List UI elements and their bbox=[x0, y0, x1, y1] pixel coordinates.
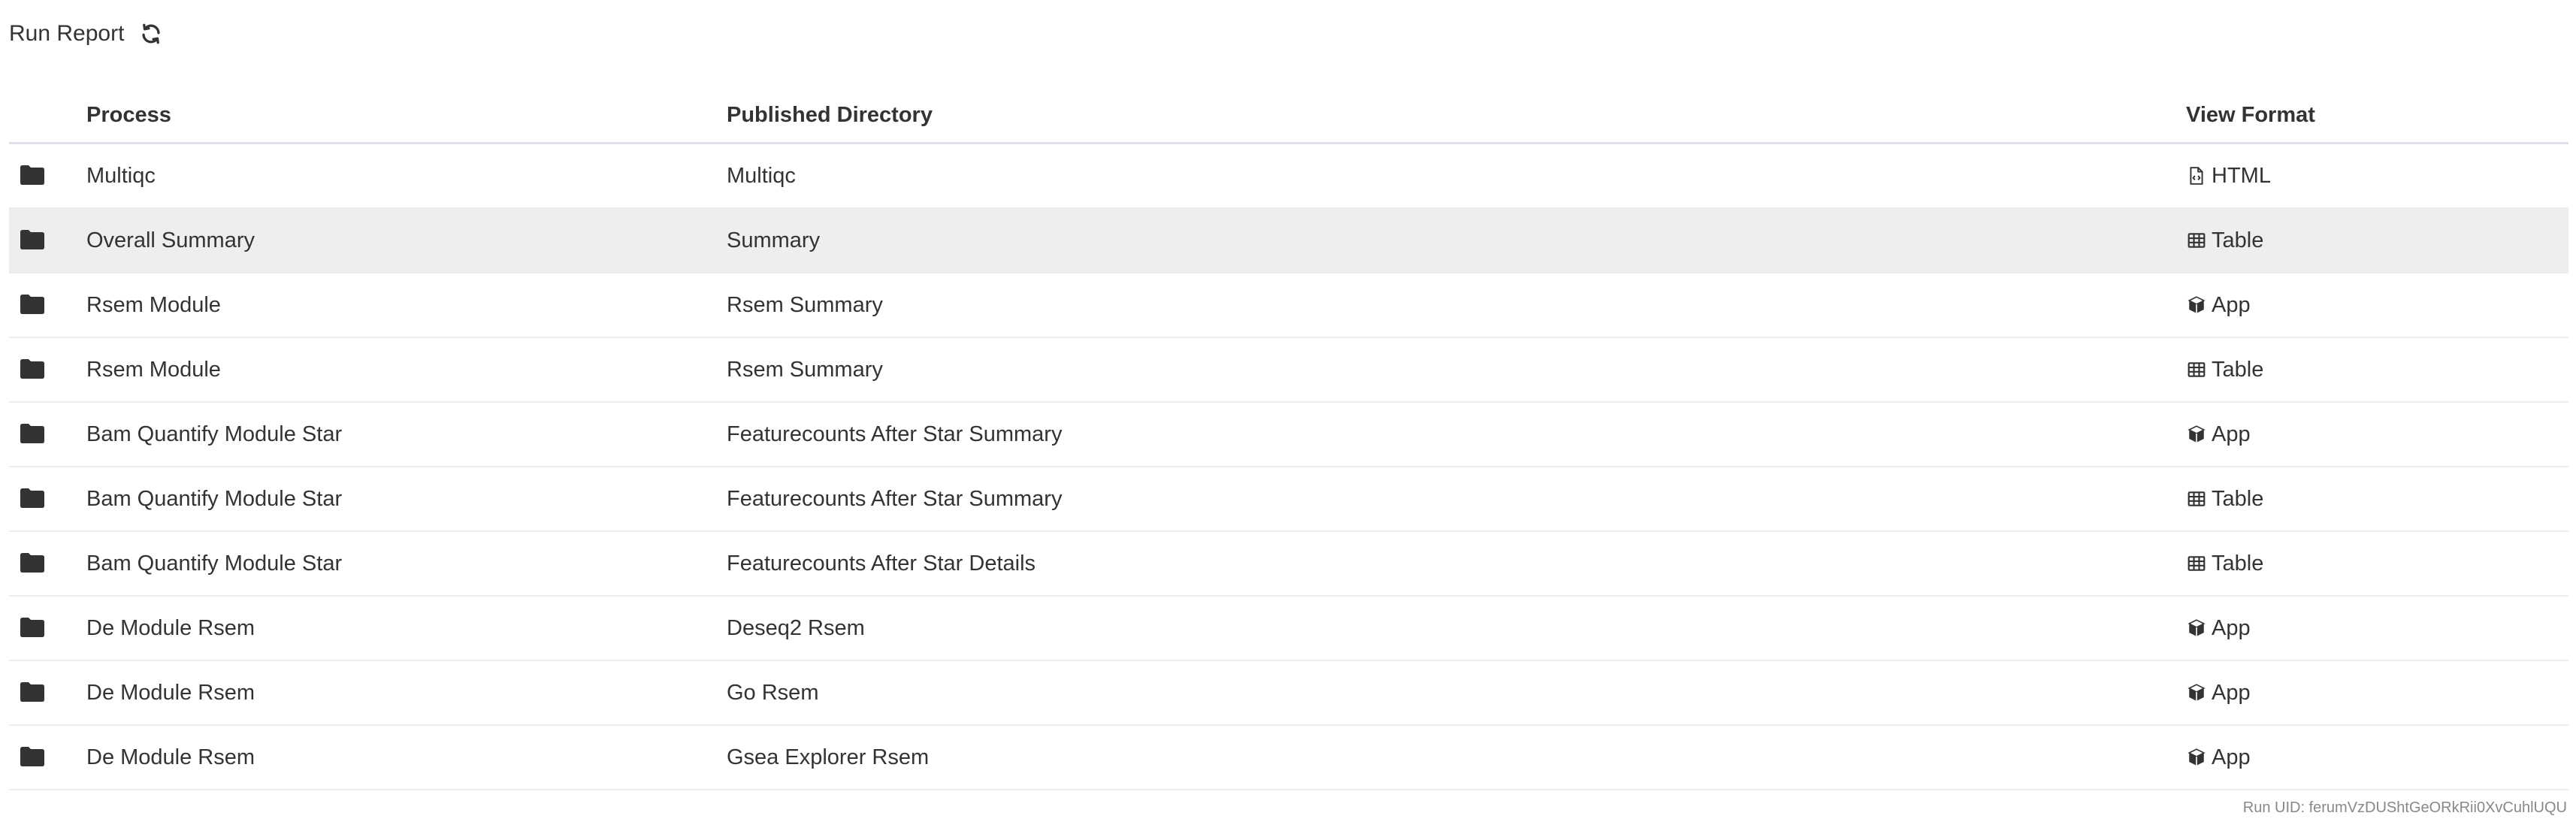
cube-icon bbox=[2186, 682, 2207, 703]
table-row[interactable]: Bam Quantify Module Star Featurecounts Af… bbox=[9, 403, 2568, 467]
refresh-icon[interactable] bbox=[138, 20, 165, 47]
folder-icon[interactable] bbox=[9, 681, 86, 704]
folder-icon[interactable] bbox=[9, 165, 86, 187]
table-header: Process Published Directory View Format bbox=[9, 88, 2568, 144]
process-cell: Rsem Module bbox=[86, 292, 221, 317]
process-cell: De Module Rsem bbox=[86, 680, 255, 705]
folder-icon[interactable] bbox=[9, 294, 86, 316]
format-label: App bbox=[2212, 745, 2251, 769]
directory-cell: Multiqc bbox=[727, 163, 796, 188]
folder-icon[interactable] bbox=[9, 488, 86, 510]
table-icon bbox=[2186, 230, 2207, 251]
table-icon bbox=[2186, 488, 2207, 509]
table-row[interactable]: De Module Rsem Deseq2 Rsem App bbox=[9, 597, 2568, 661]
column-header-directory: Published Directory bbox=[727, 102, 933, 127]
view-format-link[interactable]: Table bbox=[2186, 358, 2263, 382]
format-label: Table bbox=[2212, 228, 2264, 252]
directory-cell: Go Rsem bbox=[727, 680, 819, 705]
format-cell: Table bbox=[2186, 551, 2568, 576]
page-title: Run Report bbox=[9, 21, 125, 46]
directory-cell: Rsem Summary bbox=[727, 357, 883, 382]
format-label: App bbox=[2212, 292, 2251, 317]
format-label: HTML bbox=[2212, 163, 2271, 188]
table-row[interactable]: Multiqc Multiqc HTML bbox=[9, 144, 2568, 209]
cube-icon bbox=[2186, 618, 2207, 639]
report-table: Process Published Directory View Format … bbox=[9, 88, 2568, 790]
directory-cell: Deseq2 Rsem bbox=[727, 615, 865, 640]
view-format-link[interactable]: App bbox=[2186, 745, 2251, 770]
column-header-process: Process bbox=[86, 102, 171, 127]
table-row[interactable]: Bam Quantify Module Star Featurecounts Af… bbox=[9, 467, 2568, 532]
process-cell: Bam Quantify Module Star bbox=[86, 486, 343, 511]
format-cell: App bbox=[2186, 681, 2568, 706]
directory-cell: Featurecounts After Star Summary bbox=[727, 486, 1063, 511]
run-report-page: Run Report Process Published Directory V… bbox=[0, 0, 2576, 837]
table-body: Multiqc Multiqc HTML Overall Summary Summary… bbox=[9, 144, 2568, 790]
folder-icon[interactable] bbox=[9, 358, 86, 381]
view-format-link[interactable]: App bbox=[2186, 422, 2251, 447]
run-uid: Run UID: ferumVzDUShtGeORkRii0XvCuhlUQU bbox=[2242, 799, 2567, 816]
folder-icon[interactable] bbox=[9, 229, 86, 252]
format-cell: App bbox=[2186, 422, 2568, 447]
process-cell: De Module Rsem bbox=[86, 745, 255, 769]
format-cell: App bbox=[2186, 745, 2568, 770]
folder-icon[interactable] bbox=[9, 423, 86, 446]
file-code-icon bbox=[2186, 165, 2207, 186]
table-row[interactable]: Bam Quantify Module Star Featurecounts Af… bbox=[9, 532, 2568, 597]
format-cell: Table bbox=[2186, 228, 2568, 253]
format-label: App bbox=[2212, 422, 2251, 446]
format-cell: HTML bbox=[2186, 164, 2568, 189]
directory-cell: Featurecounts After Star Details bbox=[727, 551, 1036, 576]
process-cell: Bam Quantify Module Star bbox=[86, 422, 343, 446]
report-header: Run Report bbox=[9, 17, 165, 51]
process-cell: Bam Quantify Module Star bbox=[86, 551, 343, 576]
format-cell: App bbox=[2186, 616, 2568, 641]
format-label: App bbox=[2212, 680, 2251, 705]
table-icon bbox=[2186, 359, 2207, 380]
directory-cell: Summary bbox=[727, 228, 821, 252]
directory-cell: Rsem Summary bbox=[727, 292, 883, 317]
column-header-format: View Format bbox=[2186, 102, 2315, 127]
process-cell: De Module Rsem bbox=[86, 615, 255, 640]
view-format-link[interactable]: App bbox=[2186, 293, 2251, 318]
directory-cell: Featurecounts After Star Summary bbox=[727, 422, 1063, 446]
process-cell: Rsem Module bbox=[86, 357, 221, 382]
format-label: Table bbox=[2212, 486, 2264, 511]
cube-icon bbox=[2186, 747, 2207, 768]
format-label: Table bbox=[2212, 357, 2264, 382]
format-cell: Table bbox=[2186, 487, 2568, 512]
cube-icon bbox=[2186, 295, 2207, 316]
format-cell: App bbox=[2186, 293, 2568, 318]
table-row[interactable]: De Module Rsem Gsea Explorer Rsem App bbox=[9, 726, 2568, 790]
format-label: App bbox=[2212, 615, 2251, 640]
folder-icon[interactable] bbox=[9, 746, 86, 769]
view-format-link[interactable]: Table bbox=[2186, 551, 2263, 576]
process-cell: Overall Summary bbox=[86, 228, 255, 252]
cube-icon bbox=[2186, 424, 2207, 445]
folder-icon[interactable] bbox=[9, 552, 86, 575]
table-row[interactable]: Rsem Module Rsem Summary App bbox=[9, 273, 2568, 338]
table-row[interactable]: De Module Rsem Go Rsem App bbox=[9, 661, 2568, 726]
view-format-link[interactable]: HTML bbox=[2186, 164, 2271, 189]
view-format-link[interactable]: Table bbox=[2186, 228, 2263, 253]
view-format-link[interactable]: App bbox=[2186, 616, 2251, 641]
view-format-link[interactable]: Table bbox=[2186, 487, 2263, 512]
table-row[interactable]: Overall Summary Summary Table bbox=[9, 209, 2568, 273]
format-cell: Table bbox=[2186, 358, 2568, 382]
directory-cell: Gsea Explorer Rsem bbox=[727, 745, 930, 769]
format-label: Table bbox=[2212, 551, 2264, 576]
folder-icon[interactable] bbox=[9, 617, 86, 639]
table-row[interactable]: Rsem Module Rsem Summary Table bbox=[9, 338, 2568, 403]
view-format-link[interactable]: App bbox=[2186, 681, 2251, 706]
table-icon bbox=[2186, 553, 2207, 574]
process-cell: Multiqc bbox=[86, 163, 156, 188]
